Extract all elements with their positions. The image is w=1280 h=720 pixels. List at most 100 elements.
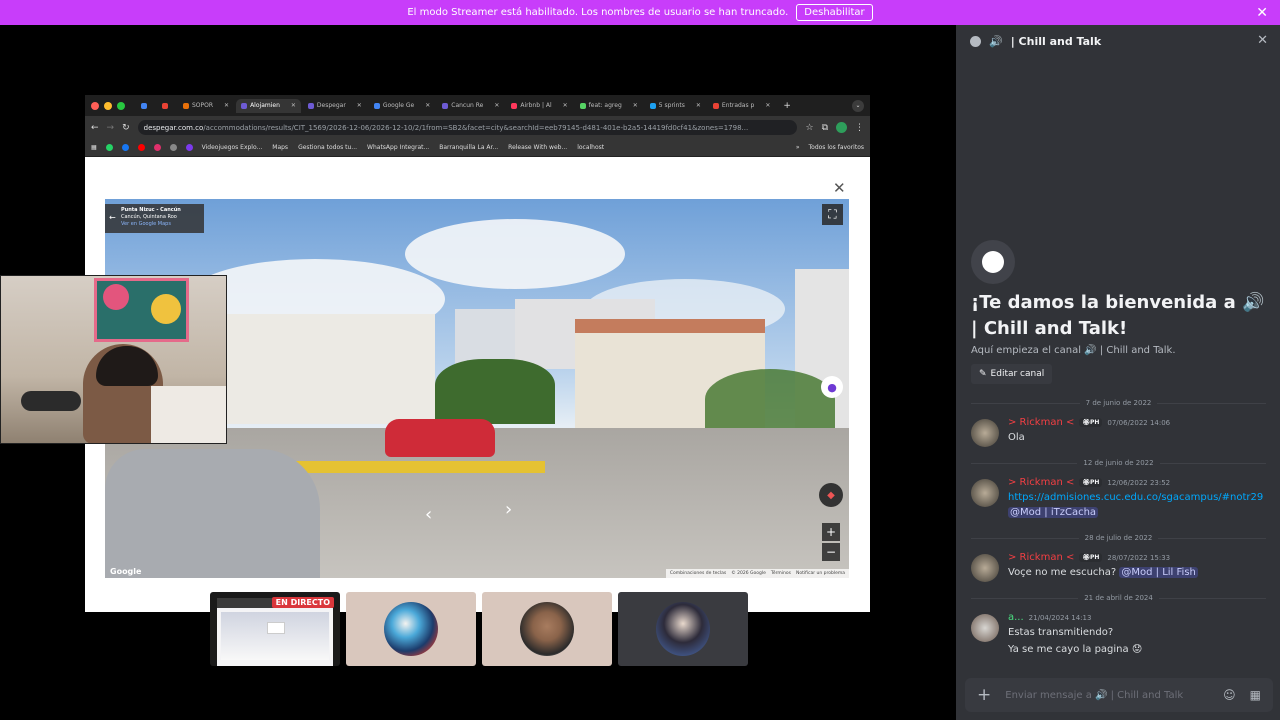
apps-icon[interactable]: ▦ — [91, 144, 97, 151]
avatar — [384, 602, 438, 656]
back-arrow-icon[interactable]: ← — [109, 213, 116, 222]
apps-grid-icon[interactable]: ▦ — [1250, 688, 1261, 702]
message-input[interactable]: Enviar mensaje a 🔊 | Chill and Talk — [1005, 690, 1209, 701]
emoji-icon[interactable]: ☺ — [1223, 688, 1236, 702]
chat-bubble-icon — [970, 35, 981, 47]
stream-preview-tile[interactable]: EN DIRECTO — [210, 592, 340, 666]
mention[interactable]: @Mod | Lil Fish — [1119, 567, 1198, 578]
avatar[interactable] — [971, 479, 999, 507]
url-host: despegar.com.co — [143, 123, 204, 132]
url-path: /accommodations/results/CIT_1569/2026-12… — [203, 123, 749, 132]
channel-welcome: ¡Te damos la bienvenida a 🔊 | Chill and … — [971, 240, 1266, 384]
tab-favicon-icon — [511, 102, 518, 109]
location-card[interactable]: Punta Nizuc - Cancún Cancún, Quintana Ro… — [105, 204, 204, 233]
bookmark-item[interactable]: WhatsApp Integrat... — [367, 144, 429, 151]
avatar[interactable] — [971, 554, 999, 582]
all-bookmarks-link[interactable]: Todos los favoritos — [809, 144, 865, 151]
star-icon[interactable]: ☆ — [805, 123, 813, 133]
bookmark-item[interactable]: localhost — [577, 144, 604, 151]
browser-tab[interactable]: Despegar ✕ — [303, 99, 367, 113]
tab-label: SOPOR — [192, 102, 214, 109]
browser-tab[interactable]: Airbnb | Al ✕ — [506, 99, 572, 113]
chat-message[interactable]: > Rickman < 🏵PH 28/07/2022 15:33 Voçe no… — [971, 552, 1271, 582]
message-link[interactable]: https://admisiones.cuc.edu.co/sgacampus/… — [1008, 492, 1263, 503]
browser-tab[interactable]: Google Ge ✕ — [369, 99, 435, 113]
fullscreen-icon[interactable]: ⛶ — [822, 204, 843, 225]
tab-search-icon[interactable]: ⌄ — [852, 99, 864, 112]
attach-plus-icon[interactable]: + — [977, 685, 991, 705]
close-modal-icon[interactable]: ✕ — [833, 179, 846, 197]
browser-tab[interactable]: Entradas p ✕ — [708, 99, 775, 113]
menu-icon[interactable]: ⋮ — [855, 123, 864, 133]
role-tag: 🏵PH — [1079, 553, 1103, 562]
participant-tile[interactable] — [482, 592, 612, 666]
participant-tile[interactable] — [346, 592, 476, 666]
chat-message[interactable]: > Rickman < 🏵PH 12/06/2022 23:52 https:/… — [971, 477, 1271, 523]
tab-favicon-icon — [241, 102, 248, 109]
address-field[interactable]: despegar.com.co/accommodations/results/C… — [137, 120, 798, 135]
role-tag: 🏵PH — [1079, 478, 1103, 487]
avatar[interactable] — [971, 419, 999, 447]
chat-header: 🔊 | Chill and Talk ✕ — [956, 25, 1280, 57]
message-author[interactable]: > Rickman < — [1008, 552, 1074, 563]
close-tab-icon[interactable]: ✕ — [425, 102, 430, 109]
browser-tab[interactable] — [157, 99, 176, 113]
close-tab-icon[interactable]: ✕ — [696, 102, 701, 109]
close-tab-icon[interactable]: ✕ — [291, 102, 296, 109]
close-tab-icon[interactable]: ✕ — [357, 102, 362, 109]
stream-stage: SOPOR ✕ Alojamien ✕ Despegar ✕ Google Ge ✕ Cancu… — [0, 25, 956, 720]
message-text: Voçe no me escucha? — [1008, 567, 1117, 578]
date-divider: 28 de julio de 2022 — [971, 533, 1266, 543]
bookmark-item[interactable]: Videojuegos Explo... — [202, 144, 263, 151]
bookmark-item[interactable]: Barranquilla La Ar... — [439, 144, 498, 151]
message-timestamp: 21/04/2024 14:13 — [1028, 613, 1092, 622]
bookmark-item[interactable]: Maps — [272, 144, 288, 151]
close-tab-icon[interactable]: ✕ — [224, 102, 229, 109]
bookmark-item[interactable]: Gestiona todos tu... — [298, 144, 357, 151]
browser-tab[interactable]: Cancun Re ✕ — [437, 99, 504, 113]
close-tab-icon[interactable]: ✕ — [494, 102, 499, 109]
close-tab-icon[interactable]: ✕ — [765, 102, 770, 109]
footer-shortcuts[interactable]: Combinaciones de teclas — [670, 571, 726, 576]
close-tab-icon[interactable]: ✕ — [563, 102, 568, 109]
chat-message[interactable]: > Rickman < 🏵PH 07/06/2022 14:06 Ola — [971, 417, 1271, 447]
nav-arrow-left[interactable]: ‹ — [425, 504, 432, 525]
zoom-in-button[interactable]: + — [822, 523, 840, 541]
message-author[interactable]: a... — [1008, 612, 1024, 623]
live-badge: EN DIRECTO — [271, 597, 334, 608]
zoom-out-button[interactable]: − — [822, 543, 840, 561]
extensions-icon[interactable]: ⧉ — [822, 123, 828, 133]
close-tab-icon[interactable]: ✕ — [633, 102, 638, 109]
back-icon[interactable]: ← — [91, 123, 99, 133]
reload-icon[interactable]: ↻ — [122, 123, 130, 133]
chat-message[interactable]: a... 21/04/2024 14:13 Estas transmitiend… — [971, 612, 1271, 660]
close-banner-icon[interactable]: ✕ — [1256, 5, 1268, 21]
profile-avatar[interactable] — [836, 122, 847, 133]
avatar[interactable] — [971, 614, 999, 642]
browser-tab[interactable]: SOPOR ✕ — [178, 99, 234, 113]
browser-tab[interactable] — [136, 99, 155, 113]
disable-streamer-button[interactable]: Deshabilitar — [796, 4, 873, 21]
browser-tab[interactable]: feat: agreg ✕ — [575, 99, 643, 113]
mention[interactable]: @Mod | iTzCacha — [1008, 507, 1099, 518]
message-composer[interactable]: + Enviar mensaje a 🔊 | Chill and Talk ☺ … — [965, 678, 1273, 712]
place-pin-icon[interactable]: ● — [821, 376, 843, 398]
edit-channel-button[interactable]: ✎ Editar canal — [971, 364, 1053, 384]
participant-tile[interactable] — [618, 592, 748, 666]
browser-tab[interactable]: Alojamien ✕ — [236, 98, 301, 113]
footer-terms[interactable]: Términos — [771, 571, 791, 576]
more-bookmarks-icon[interactable]: » — [796, 144, 800, 151]
message-author[interactable]: > Rickman < — [1008, 417, 1074, 428]
new-tab-icon[interactable]: + — [778, 99, 796, 113]
compass-icon[interactable]: ◆ — [819, 483, 843, 507]
avatar — [520, 602, 574, 656]
message-text: Estas transmitiendo? — [1008, 627, 1114, 638]
close-chat-icon[interactable]: ✕ — [1257, 33, 1268, 48]
browser-tab[interactable]: 5 sprints ✕ — [645, 99, 706, 113]
forward-icon[interactable]: → — [107, 123, 115, 133]
bookmark-item[interactable]: Release With web... — [508, 144, 567, 151]
nav-arrow-right[interactable]: › — [505, 499, 512, 520]
footer-report[interactable]: Notificar un problema — [796, 571, 845, 576]
message-author[interactable]: > Rickman < — [1008, 477, 1074, 488]
view-in-maps-link[interactable]: Ver en Google Maps — [121, 221, 171, 227]
